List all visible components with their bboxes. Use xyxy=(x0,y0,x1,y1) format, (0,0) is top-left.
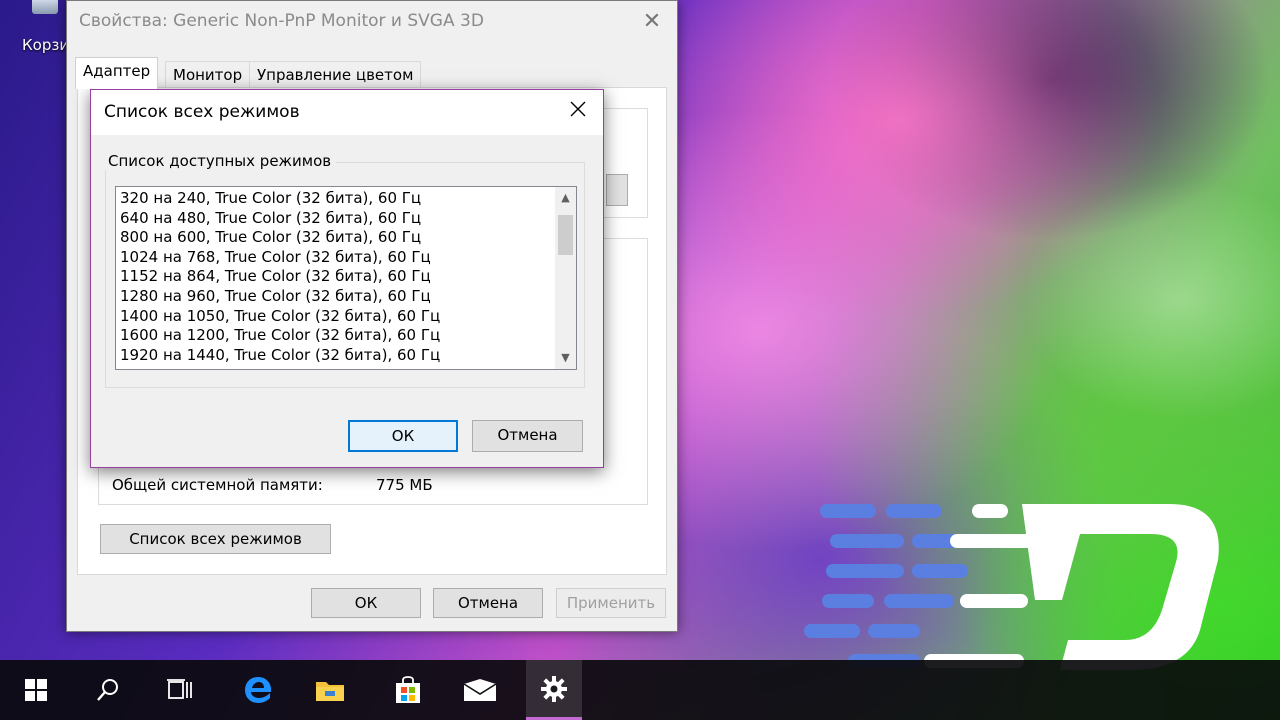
dialog-ok-button[interactable]: ОК xyxy=(348,420,458,452)
list-item[interactable]: 1600 на 1200, True Color (32 бита), 60 Г… xyxy=(120,326,440,346)
modes-scrollbar[interactable]: ▲ ▼ xyxy=(555,187,576,369)
close-icon: ✕ xyxy=(642,9,662,34)
store-icon xyxy=(396,676,420,703)
list-item[interactable]: 640 на 480, True Color (32 бита), 60 Гц xyxy=(120,209,421,229)
search-icon xyxy=(97,679,118,701)
settings-icon xyxy=(541,675,567,702)
taskbar xyxy=(0,660,1280,720)
file-explorer-icon xyxy=(316,682,344,701)
search-button[interactable] xyxy=(80,660,136,720)
file-explorer-button[interactable] xyxy=(302,660,358,720)
dialog-header: Список всех режимов xyxy=(91,90,603,135)
settings-button[interactable] xyxy=(526,660,582,720)
start-button[interactable] xyxy=(8,660,64,720)
system-memory-value: 775 МБ xyxy=(376,476,433,494)
recycle-bin-desktop-icon[interactable]: Корзи xyxy=(0,0,70,60)
modes-listbox[interactable]: 320 на 240, True Color (32 бита), 60 Гц … xyxy=(115,186,577,370)
list-item[interactable]: 1400 на 1050, True Color (32 бита), 60 Г… xyxy=(120,307,440,327)
windows-start-icon xyxy=(25,679,47,701)
list-item[interactable]: 320 на 240, True Color (32 бита), 60 Гц xyxy=(120,189,421,209)
dialog-close-button[interactable] xyxy=(563,96,593,126)
window-title: Свойства: Generic Non-PnP Monitor и SVGA… xyxy=(79,11,484,31)
store-button[interactable] xyxy=(380,660,436,720)
adapter-properties-button[interactable] xyxy=(606,174,628,206)
system-memory-label: Общей системной памяти: xyxy=(112,476,323,494)
list-item[interactable]: 1280 на 960, True Color (32 бита), 60 Гц xyxy=(120,287,431,307)
list-all-modes-dialog: Список всех режимов Список доступных реж… xyxy=(90,89,604,468)
list-item[interactable]: 1024 на 768, True Color (32 бита), 60 Гц xyxy=(120,248,431,268)
available-modes-label: Список доступных режимов xyxy=(103,152,337,170)
recycle-bin-label: Корзи xyxy=(22,36,70,54)
dialog-cancel-button[interactable]: Отмена xyxy=(472,420,583,452)
dialog-title: Список всех режимов xyxy=(104,102,300,122)
close-icon xyxy=(570,101,586,117)
scrollbar-thumb[interactable] xyxy=(558,215,573,255)
ok-button[interactable]: ОК xyxy=(311,588,421,618)
list-item[interactable]: 1152 на 864, True Color (32 бита), 60 Гц xyxy=(120,267,431,287)
tab-adapter[interactable]: Адаптер xyxy=(75,57,159,89)
edge-button[interactable] xyxy=(230,660,286,720)
mail-icon xyxy=(463,679,497,701)
list-item[interactable]: 800 на 600, True Color (32 бита), 60 Гц xyxy=(120,228,421,248)
tab-monitor[interactable]: Монитор xyxy=(165,61,251,88)
apply-button: Применить xyxy=(556,588,666,618)
tab-color-management[interactable]: Управление цветом xyxy=(249,61,422,88)
window-close-button[interactable]: ✕ xyxy=(637,7,667,37)
recycle-bin-icon xyxy=(32,0,58,14)
edge-icon xyxy=(245,677,272,703)
cancel-button[interactable]: Отмена xyxy=(433,588,543,618)
task-view-icon xyxy=(167,679,192,699)
chevron-up-icon[interactable]: ▲ xyxy=(555,189,576,207)
task-view-button[interactable] xyxy=(152,660,208,720)
chevron-down-icon[interactable]: ▼ xyxy=(555,349,576,367)
list-item[interactable]: 1920 на 1440, True Color (32 бита), 60 Г… xyxy=(120,346,440,366)
mail-button[interactable] xyxy=(452,660,508,720)
channel-logo-icon xyxy=(804,504,1219,670)
list-all-modes-button[interactable]: Список всех режимов xyxy=(100,524,331,554)
